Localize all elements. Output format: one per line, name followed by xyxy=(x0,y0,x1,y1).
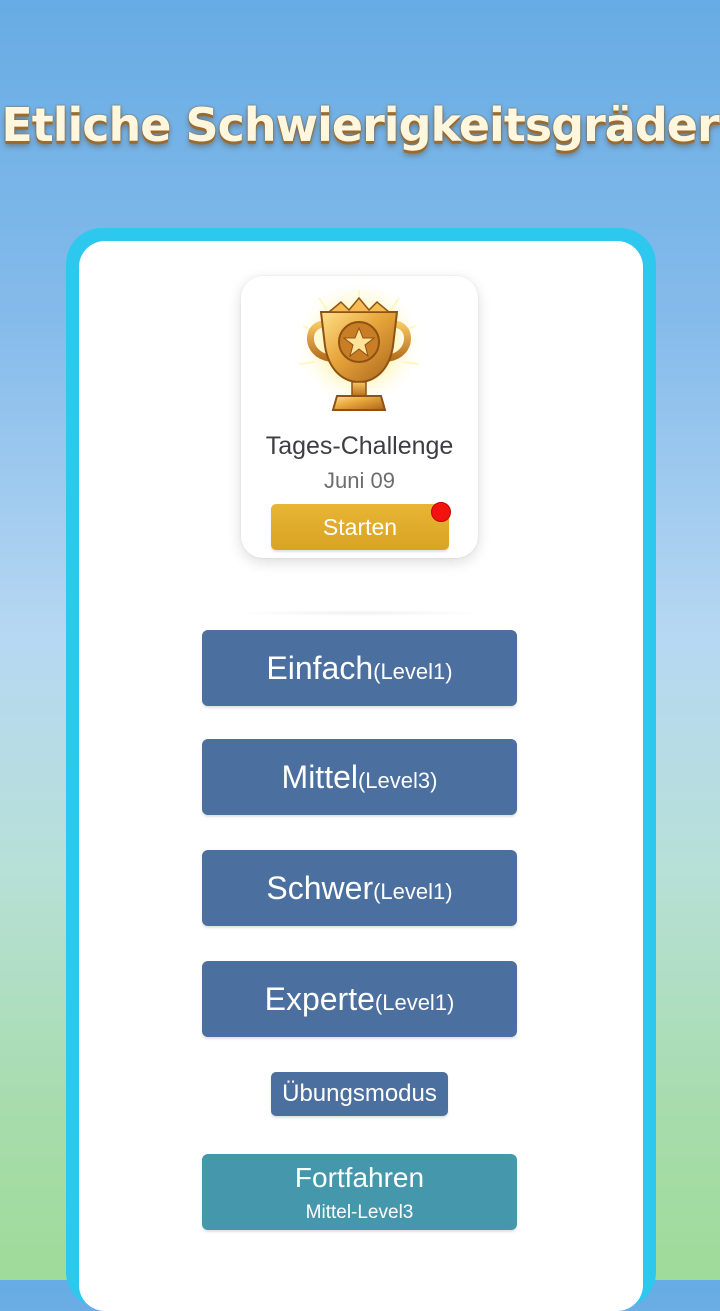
difficulty-name: Schwer xyxy=(266,870,374,906)
practice-mode-button[interactable]: Übungsmodus xyxy=(271,1072,448,1116)
difficulty-button-medium[interactable]: Mittel(Level3) xyxy=(202,739,517,815)
start-challenge-button[interactable]: Starten xyxy=(271,504,449,550)
difficulty-level: (Level3) xyxy=(357,768,438,793)
difficulty-button-hard[interactable]: Schwer(Level1) xyxy=(202,850,517,926)
difficulty-button-expert[interactable]: Experte(Level1) xyxy=(202,961,517,1037)
difficulty-button-easy[interactable]: Einfach(Level1) xyxy=(202,630,517,706)
difficulty-level: (Level1) xyxy=(373,659,453,684)
continue-sublabel: Mittel-Level3 xyxy=(305,1202,414,1223)
challenge-title: Tages-Challenge xyxy=(265,432,454,460)
trophy-icon xyxy=(289,284,429,426)
continue-button[interactable]: Fortfahren Mittel-Level3 xyxy=(202,1154,517,1230)
continue-label: Fortfahren xyxy=(294,1162,425,1193)
difficulty-name: Einfach xyxy=(266,650,374,686)
headline: Etliche Schwierigkeitsgräder xyxy=(1,98,719,152)
difficulty-level: (Level1) xyxy=(374,990,455,1015)
challenge-date: Juni 09 xyxy=(324,468,395,493)
difficulty-level: (Level1) xyxy=(373,879,453,904)
daily-challenge-card[interactable]: Tages-Challenge Juni 09 Starten xyxy=(241,276,478,558)
difficulty-name: Mittel xyxy=(281,759,358,795)
notification-dot xyxy=(431,502,451,522)
divider xyxy=(230,610,490,616)
difficulty-name: Experte xyxy=(264,981,375,1017)
